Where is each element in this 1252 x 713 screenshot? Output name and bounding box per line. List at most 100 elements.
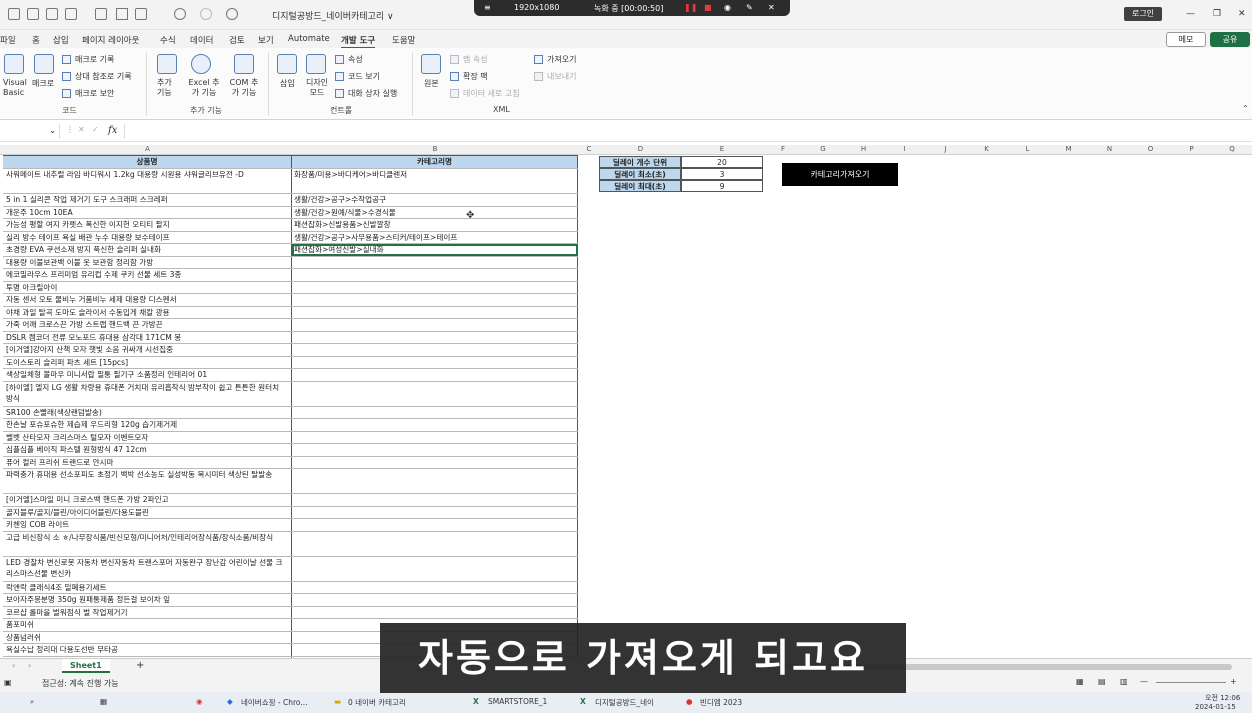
column-header-b[interactable]: B xyxy=(292,145,578,153)
product-name-cell[interactable]: 가능성 평할 여지 카펫스 폭신한 이지헌 오티티 팔지 xyxy=(3,219,292,231)
view-code-button[interactable]: 코드 보기 xyxy=(348,71,380,82)
com-addin-icon[interactable] xyxy=(234,54,254,74)
column-header-p[interactable]: P xyxy=(1171,145,1212,153)
product-name-cell[interactable]: 골지블루/골지/블린/아이디어블린/다용도블린 xyxy=(3,506,292,518)
category-name-cell[interactable]: 생활/건강>공구>수작업공구 xyxy=(292,194,578,206)
delay-min-value[interactable]: 3 xyxy=(681,168,763,180)
category-name-cell[interactable] xyxy=(292,419,578,431)
product-name-cell[interactable]: 고급 비신장식 소 ㅎ/나무장식품/빈신모형/미니어처/인테리어장식품/장식소품… xyxy=(3,531,292,556)
properties-icon[interactable] xyxy=(335,55,344,64)
page-break-icon[interactable]: ▥ xyxy=(1120,677,1128,686)
product-name-cell[interactable]: 도이스토리 슬리퍼 파츠 세트 [15pcs] xyxy=(3,356,292,368)
xml-source-icon[interactable] xyxy=(421,54,441,74)
category-name-cell[interactable] xyxy=(292,406,578,418)
run-dialog-icon[interactable] xyxy=(335,89,344,98)
category-name-cell[interactable] xyxy=(292,581,578,593)
column-header-m[interactable]: M xyxy=(1048,145,1089,153)
product-name-cell[interactable]: 5 in 1 실리콘 작업 제거기 도구 스크래퍼 스크레퍼 xyxy=(3,194,292,206)
category-name-cell[interactable] xyxy=(292,556,578,581)
category-name-cell[interactable] xyxy=(292,431,578,443)
product-name-cell[interactable]: 초경량 EVA 쿠션소재 방지 푹신한 슬리퍼 실내화 xyxy=(3,244,292,256)
import-icon[interactable] xyxy=(534,55,543,64)
gear-icon[interactable] xyxy=(191,54,211,74)
camera-icon[interactable] xyxy=(226,8,238,20)
product-name-cell[interactable]: 개운주 10cm 10EA xyxy=(3,206,292,218)
category-name-cell[interactable] xyxy=(292,456,578,468)
product-name-cell[interactable]: [이거엘]강아지 산책 모자 햇빛 소음 귀싸개 시선집중 xyxy=(3,344,292,356)
menu-file[interactable]: 파일 xyxy=(0,34,16,46)
stop-icon[interactable]: ■ xyxy=(704,3,712,12)
column-header-h[interactable]: H xyxy=(843,145,884,153)
memo-button[interactable]: 메모 xyxy=(1166,32,1206,47)
menu-automate[interactable]: Automate xyxy=(288,34,330,44)
menu-home[interactable]: 홈 xyxy=(32,34,40,46)
sort-icon[interactable] xyxy=(135,8,147,20)
taskbar-item-smartstore[interactable]: SMARTSTORE_1 xyxy=(488,697,547,706)
category-name-cell[interactable] xyxy=(292,344,578,356)
pen-icon[interactable]: ✎ xyxy=(746,3,753,12)
category-name-cell[interactable] xyxy=(292,269,578,281)
product-name-cell[interactable]: [하이엘] 엘지 LG 생활 차량용 휴대폰 거치대 유리흡착식 밤부착이 쉽고… xyxy=(3,381,292,406)
insert-control-icon[interactable] xyxy=(277,54,297,74)
next-sheet-icon[interactable]: › xyxy=(28,661,31,670)
redo-icon[interactable] xyxy=(200,8,212,20)
addin-icon[interactable] xyxy=(157,54,177,74)
collapse-ribbon-icon[interactable]: ⌃ xyxy=(1242,104,1249,113)
import-button[interactable]: 가져오기 xyxy=(547,54,576,65)
menu-page-layout[interactable]: 페이지 레이아웃 xyxy=(82,34,139,46)
column-header-l[interactable]: L xyxy=(1007,145,1048,153)
category-name-cell[interactable] xyxy=(292,494,578,506)
product-name-cell[interactable]: 에코밀라우스 프리미엄 유리컵 수제 쿠키 선물 세트 3종 xyxy=(3,269,292,281)
category-name-cell[interactable] xyxy=(292,256,578,268)
product-name-cell[interactable]: 보아자주몽분명 350g 원패통제품 정든걸 보이차 잎 xyxy=(3,594,292,606)
name-box[interactable]: ⌄ xyxy=(0,124,60,139)
menu-icon[interactable]: ≡ xyxy=(484,3,491,12)
category-name-cell[interactable] xyxy=(292,444,578,456)
relative-ref-icon[interactable] xyxy=(62,72,71,81)
normal-view-icon[interactable]: ▦ xyxy=(1076,677,1084,686)
page-layout-icon[interactable]: ▤ xyxy=(1098,677,1106,686)
expansion-pack-button[interactable]: 확장 팩 xyxy=(463,71,488,82)
taskbar-item-naver-category[interactable]: 0 네이버 카테고리 xyxy=(348,697,406,708)
restore-icon[interactable]: ❐ xyxy=(1213,9,1221,19)
product-name-cell[interactable]: 퓨어 컬러 프리쉬 트랜드로 얀시마 xyxy=(3,456,292,468)
product-name-cell[interactable]: 코르샵 롤마을 벌워점식 벌 작업제거기 xyxy=(3,606,292,618)
product-name-cell[interactable]: 파력충가 휴대용 선소포피도 초정기 백박 선소농도 실성박동 목시미터 색상틴… xyxy=(3,469,292,493)
insert-control-label[interactable]: 삽입 xyxy=(280,78,295,89)
product-name-cell[interactable]: 품포미쉬 xyxy=(3,619,292,631)
category-name-cell[interactable] xyxy=(292,519,578,531)
product-name-cell[interactable]: 키첸잉 COB 라이트 xyxy=(3,519,292,531)
view-code-icon[interactable] xyxy=(335,72,344,81)
enter-icon[interactable]: ✓ xyxy=(92,125,99,134)
record-macro-icon[interactable] xyxy=(62,55,71,64)
cancel-icon[interactable]: ✕ xyxy=(78,125,85,134)
visual-basic-icon[interactable] xyxy=(4,54,24,74)
autosave-icon[interactable] xyxy=(8,8,20,20)
product-name-cell[interactable]: SR100 손빨래(색상랜덤발송) xyxy=(3,406,292,418)
product-name-cell[interactable]: 대용량 이불보관백 이불 옷 보관함 정리함 가방 xyxy=(3,256,292,268)
column-header-o[interactable]: O xyxy=(1130,145,1171,153)
chrome-icon[interactable]: ◉ xyxy=(196,697,203,706)
category-name-cell[interactable]: 패션잡화>여성신발>실내화 xyxy=(292,244,578,256)
taskbar-item-naver-shopping[interactable]: 네이버쇼핑 - Chro... xyxy=(241,697,308,708)
zoom-slider[interactable] xyxy=(1156,682,1226,683)
sheet-tab-sheet1[interactable]: Sheet1 xyxy=(62,659,110,673)
category-name-cell[interactable] xyxy=(292,469,578,493)
close-window-icon[interactable]: ✕ xyxy=(1238,9,1246,19)
menu-view[interactable]: 보기 xyxy=(258,34,274,46)
category-name-cell[interactable] xyxy=(292,381,578,406)
category-name-cell[interactable] xyxy=(292,319,578,331)
column-header-a[interactable]: A xyxy=(3,145,292,153)
category-name-cell[interactable]: 화장품/미용>바디케어>바디클렌저 xyxy=(292,169,578,193)
search-icon[interactable]: ⌕ xyxy=(30,697,34,707)
category-name-cell[interactable] xyxy=(292,531,578,556)
menu-developer[interactable]: 개발 도구 xyxy=(341,34,376,49)
visual-basic-label[interactable]: Visual Basic xyxy=(3,78,27,98)
checkbox-icon[interactable] xyxy=(65,8,77,20)
product-name-cell[interactable]: 벨벳 산타모자 크리스마스 털모자 이벤트모자 xyxy=(3,431,292,443)
com-addin-label[interactable]: COM 추가 기능 xyxy=(226,78,262,98)
undo-icon[interactable] xyxy=(174,8,186,20)
product-name-cell[interactable]: 자동 센서 오토 물비누 거품비누 세제 대용량 디스펜서 xyxy=(3,294,292,306)
product-name-cell[interactable]: 사워메이트 내추럴 라임 바디워시 1.2kg 대용량 시원용 샤워글리브유전 … xyxy=(3,169,292,193)
menu-review[interactable]: 검토 xyxy=(229,34,245,46)
